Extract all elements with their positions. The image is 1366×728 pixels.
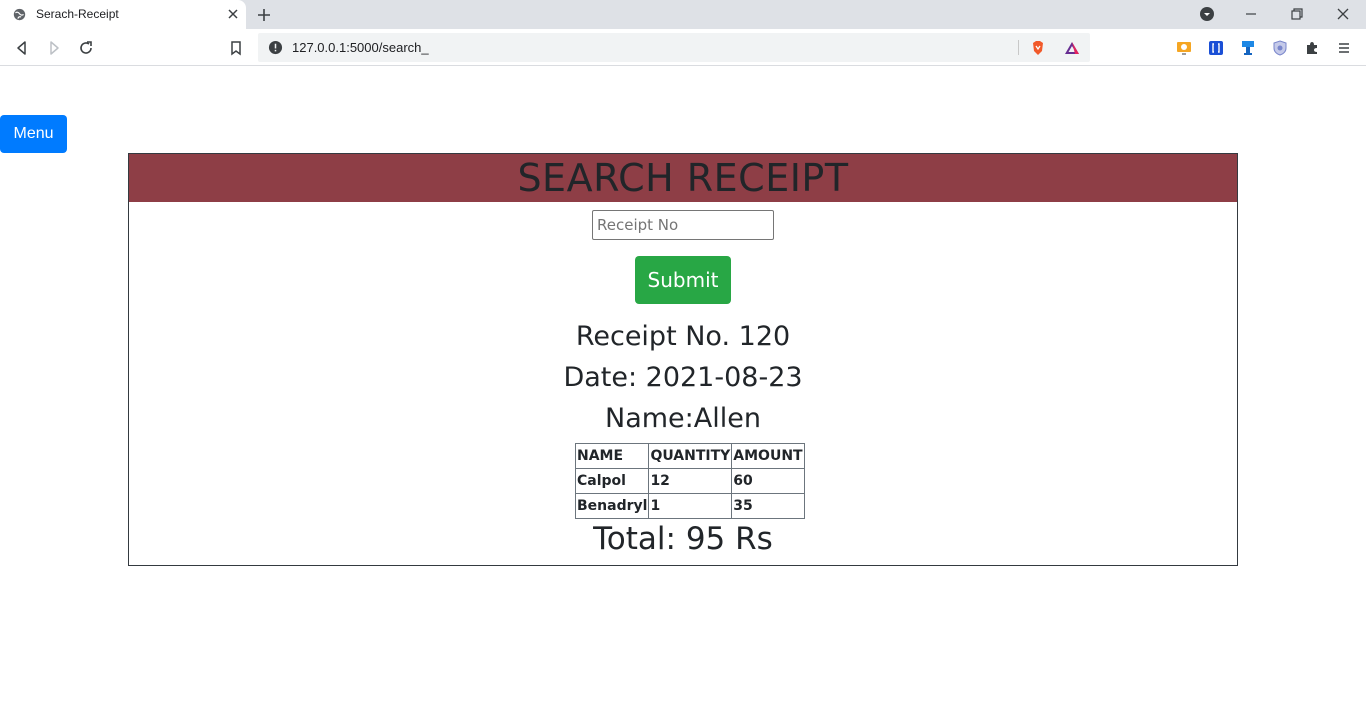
brave-rewards-icon[interactable] [1064, 40, 1080, 56]
restore-icon[interactable] [1289, 6, 1305, 22]
item-name-cell: Calpol [574, 468, 650, 494]
customer-name-text: Name:Allen [605, 403, 761, 434]
browser-menu-icon[interactable] [1336, 40, 1352, 56]
page-title: SEARCH RECEIPT [517, 156, 849, 200]
extensions-puzzle-icon[interactable] [1304, 40, 1320, 56]
forward-icon[interactable] [46, 40, 62, 56]
info-icon[interactable] [268, 40, 283, 55]
trophy-extension-icon[interactable] [1240, 40, 1256, 56]
browser-tabstrip: Serach-Receipt [0, 0, 1366, 29]
search-receipt-panel: SEARCH RECEIPT Submit Receipt No. 120 Da… [128, 153, 1238, 566]
item-quantity-cell: 12 [648, 468, 733, 494]
receipt-total-text: Total: 95 Rs [593, 521, 773, 557]
address-divider [1018, 40, 1019, 55]
window-close-icon[interactable] [1335, 6, 1351, 22]
receipt-number-text: Receipt No. 120 [575, 321, 791, 352]
tab-search-icon[interactable] [1199, 6, 1215, 22]
receipt-items-table: NAME QUANTITY AMOUNT Calpol 12 60 Benadr… [574, 443, 805, 519]
item-amount-cell: 60 [731, 468, 805, 494]
bookmark-icon[interactable] [228, 40, 244, 56]
panel-header: SEARCH RECEIPT [129, 154, 1237, 202]
bracket-extension-icon[interactable] [1208, 40, 1224, 56]
submit-button[interactable]: Submit [635, 256, 731, 304]
reload-icon[interactable] [78, 40, 94, 56]
item-quantity-cell: 1 [648, 493, 733, 519]
back-icon[interactable] [14, 40, 30, 56]
browser-toolbar: 127.0.0.1:5000/search_ [0, 29, 1366, 66]
close-icon[interactable] [226, 7, 240, 21]
table-header-quantity: QUANTITY [648, 443, 733, 469]
brave-shield-icon[interactable] [1030, 40, 1046, 56]
table-row: Calpol 12 60 [574, 468, 805, 494]
receipt-number-input[interactable] [592, 210, 774, 240]
url-text[interactable]: 127.0.0.1:5000/search_ [292, 40, 429, 55]
minimize-icon[interactable] [1243, 6, 1259, 22]
globe-icon [13, 8, 26, 21]
table-header-name: NAME [574, 443, 650, 469]
shield-extension-icon[interactable] [1272, 40, 1288, 56]
table-header-amount: AMOUNT [731, 443, 805, 469]
table-header-row: NAME QUANTITY AMOUNT [574, 443, 805, 469]
menu-button[interactable]: Menu [0, 115, 67, 153]
receipt-date-text: Date: 2021-08-23 [563, 362, 803, 393]
tab-title: Serach-Receipt [36, 7, 119, 21]
table-row: Benadryl 1 35 [574, 493, 805, 519]
screen-recorder-extension-icon[interactable] [1176, 40, 1192, 56]
item-amount-cell: 35 [731, 493, 805, 519]
item-name-cell: Benadryl [574, 493, 650, 519]
new-tab-icon[interactable] [256, 7, 272, 23]
address-bar[interactable]: 127.0.0.1:5000/search_ [258, 33, 1090, 62]
browser-tab[interactable]: Serach-Receipt [0, 0, 246, 29]
